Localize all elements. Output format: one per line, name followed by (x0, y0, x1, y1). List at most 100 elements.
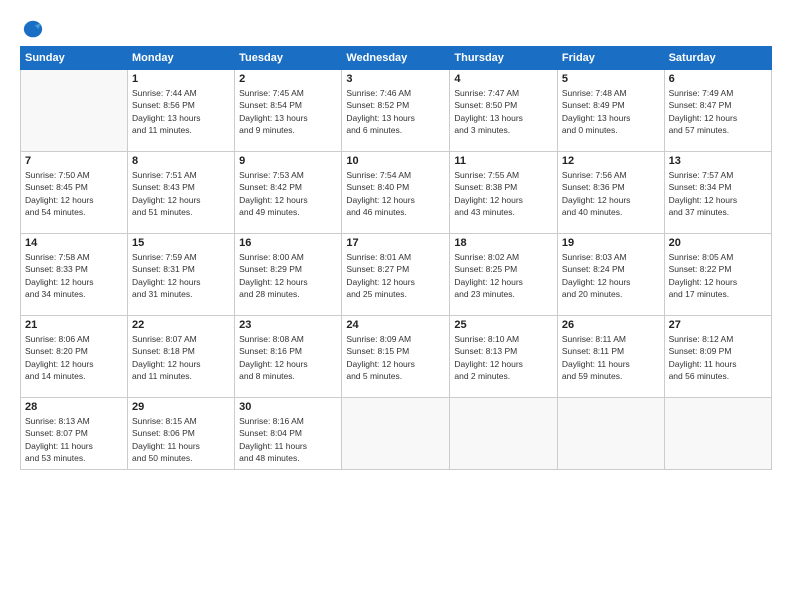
calendar-cell: 12 Sunrise: 7:56 AMSunset: 8:36 PMDayligh… (557, 152, 664, 234)
header (20, 18, 772, 40)
day-number: 22 (132, 319, 230, 331)
day-info: Sunrise: 7:54 AMSunset: 8:40 PMDaylight:… (346, 169, 445, 218)
calendar-cell: 25 Sunrise: 8:10 AMSunset: 8:13 PMDayligh… (450, 316, 558, 398)
calendar-cell: 16 Sunrise: 8:00 AMSunset: 8:29 PMDayligh… (235, 234, 342, 316)
day-number: 26 (562, 319, 660, 331)
logo-icon (22, 18, 44, 40)
day-number: 11 (454, 155, 553, 167)
day-number: 16 (239, 237, 337, 249)
calendar-cell: 17 Sunrise: 8:01 AMSunset: 8:27 PMDayligh… (342, 234, 450, 316)
day-number: 4 (454, 73, 553, 85)
day-number: 25 (454, 319, 553, 331)
day-info: Sunrise: 7:47 AMSunset: 8:50 PMDaylight:… (454, 87, 553, 136)
day-number: 18 (454, 237, 553, 249)
weekday-header-saturday: Saturday (664, 47, 771, 70)
day-info: Sunrise: 8:07 AMSunset: 8:18 PMDaylight:… (132, 333, 230, 382)
calendar-cell (664, 398, 771, 470)
day-info: Sunrise: 8:06 AMSunset: 8:20 PMDaylight:… (25, 333, 123, 382)
day-number: 30 (239, 401, 337, 413)
calendar-cell: 28 Sunrise: 8:13 AMSunset: 8:07 PMDayligh… (21, 398, 128, 470)
calendar-week-1: 1 Sunrise: 7:44 AMSunset: 8:56 PMDaylight… (21, 70, 772, 152)
day-info: Sunrise: 8:01 AMSunset: 8:27 PMDaylight:… (346, 251, 445, 300)
day-number: 28 (25, 401, 123, 413)
calendar-cell: 10 Sunrise: 7:54 AMSunset: 8:40 PMDayligh… (342, 152, 450, 234)
day-number: 27 (669, 319, 767, 331)
day-info: Sunrise: 7:56 AMSunset: 8:36 PMDaylight:… (562, 169, 660, 218)
calendar-cell (21, 70, 128, 152)
day-number: 15 (132, 237, 230, 249)
calendar-page: SundayMondayTuesdayWednesdayThursdayFrid… (0, 0, 792, 612)
day-number: 17 (346, 237, 445, 249)
day-info: Sunrise: 8:05 AMSunset: 8:22 PMDaylight:… (669, 251, 767, 300)
day-info: Sunrise: 8:12 AMSunset: 8:09 PMDaylight:… (669, 333, 767, 382)
day-info: Sunrise: 8:13 AMSunset: 8:07 PMDaylight:… (25, 415, 123, 464)
day-info: Sunrise: 7:49 AMSunset: 8:47 PMDaylight:… (669, 87, 767, 136)
day-info: Sunrise: 8:00 AMSunset: 8:29 PMDaylight:… (239, 251, 337, 300)
day-number: 2 (239, 73, 337, 85)
weekday-header-wednesday: Wednesday (342, 47, 450, 70)
weekday-header-tuesday: Tuesday (235, 47, 342, 70)
day-info: Sunrise: 7:58 AMSunset: 8:33 PMDaylight:… (25, 251, 123, 300)
day-number: 13 (669, 155, 767, 167)
calendar-cell: 2 Sunrise: 7:45 AMSunset: 8:54 PMDaylight… (235, 70, 342, 152)
day-info: Sunrise: 8:10 AMSunset: 8:13 PMDaylight:… (454, 333, 553, 382)
day-info: Sunrise: 8:15 AMSunset: 8:06 PMDaylight:… (132, 415, 230, 464)
calendar-week-5: 28 Sunrise: 8:13 AMSunset: 8:07 PMDayligh… (21, 398, 772, 470)
day-info: Sunrise: 8:03 AMSunset: 8:24 PMDaylight:… (562, 251, 660, 300)
day-number: 1 (132, 73, 230, 85)
weekday-header-row: SundayMondayTuesdayWednesdayThursdayFrid… (21, 47, 772, 70)
day-number: 5 (562, 73, 660, 85)
calendar-cell: 3Sunrise: 7:46 AMSunset: 8:52 PMDaylight… (342, 70, 450, 152)
day-info: Sunrise: 7:55 AMSunset: 8:38 PMDaylight:… (454, 169, 553, 218)
calendar-cell: 8 Sunrise: 7:51 AMSunset: 8:43 PMDaylight… (128, 152, 235, 234)
day-info: Sunrise: 7:45 AMSunset: 8:54 PMDaylight:… (239, 87, 337, 136)
day-info: Sunrise: 8:02 AMSunset: 8:25 PMDaylight:… (454, 251, 553, 300)
calendar-cell: 6 Sunrise: 7:49 AMSunset: 8:47 PMDaylight… (664, 70, 771, 152)
calendar-cell: 22 Sunrise: 8:07 AMSunset: 8:18 PMDayligh… (128, 316, 235, 398)
calendar-week-2: 7Sunrise: 7:50 AMSunset: 8:45 PMDaylight… (21, 152, 772, 234)
calendar-cell: 1 Sunrise: 7:44 AMSunset: 8:56 PMDaylight… (128, 70, 235, 152)
calendar-cell: 13 Sunrise: 7:57 AMSunset: 8:34 PMDayligh… (664, 152, 771, 234)
calendar-cell: 18 Sunrise: 8:02 AMSunset: 8:25 PMDayligh… (450, 234, 558, 316)
calendar-week-3: 14 Sunrise: 7:58 AMSunset: 8:33 PMDayligh… (21, 234, 772, 316)
day-number: 19 (562, 237, 660, 249)
calendar-cell: 26 Sunrise: 8:11 AMSunset: 8:11 PMDayligh… (557, 316, 664, 398)
day-info: Sunrise: 7:57 AMSunset: 8:34 PMDaylight:… (669, 169, 767, 218)
day-info: Sunrise: 7:48 AMSunset: 8:49 PMDaylight:… (562, 87, 660, 136)
day-number: 12 (562, 155, 660, 167)
day-info: Sunrise: 7:50 AMSunset: 8:45 PMDaylight:… (25, 169, 123, 218)
calendar-cell: 4 Sunrise: 7:47 AMSunset: 8:50 PMDaylight… (450, 70, 558, 152)
logo (20, 18, 44, 40)
day-number: 6 (669, 73, 767, 85)
calendar-table: SundayMondayTuesdayWednesdayThursdayFrid… (20, 46, 772, 470)
calendar-cell: 29 Sunrise: 8:15 AMSunset: 8:06 PMDayligh… (128, 398, 235, 470)
calendar-cell: 9Sunrise: 7:53 AMSunset: 8:42 PMDaylight… (235, 152, 342, 234)
calendar-cell: 27 Sunrise: 8:12 AMSunset: 8:09 PMDayligh… (664, 316, 771, 398)
day-info: Sunrise: 7:46 AMSunset: 8:52 PMDaylight:… (346, 87, 445, 136)
weekday-header-sunday: Sunday (21, 47, 128, 70)
day-number: 24 (346, 319, 445, 331)
day-info: Sunrise: 7:44 AMSunset: 8:56 PMDaylight:… (132, 87, 230, 136)
day-number: 23 (239, 319, 337, 331)
day-number: 9 (239, 155, 337, 167)
day-info: Sunrise: 8:11 AMSunset: 8:11 PMDaylight:… (562, 333, 660, 382)
calendar-cell (342, 398, 450, 470)
day-info: Sunrise: 7:59 AMSunset: 8:31 PMDaylight:… (132, 251, 230, 300)
calendar-week-4: 21 Sunrise: 8:06 AMSunset: 8:20 PMDayligh… (21, 316, 772, 398)
day-number: 21 (25, 319, 123, 331)
day-info: Sunrise: 8:09 AMSunset: 8:15 PMDaylight:… (346, 333, 445, 382)
calendar-cell (450, 398, 558, 470)
calendar-cell: 7Sunrise: 7:50 AMSunset: 8:45 PMDaylight… (21, 152, 128, 234)
day-info: Sunrise: 7:51 AMSunset: 8:43 PMDaylight:… (132, 169, 230, 218)
day-number: 14 (25, 237, 123, 249)
calendar-cell: 5 Sunrise: 7:48 AMSunset: 8:49 PMDaylight… (557, 70, 664, 152)
day-info: Sunrise: 8:16 AMSunset: 8:04 PMDaylight:… (239, 415, 337, 464)
calendar-cell: 11 Sunrise: 7:55 AMSunset: 8:38 PMDayligh… (450, 152, 558, 234)
calendar-cell: 14 Sunrise: 7:58 AMSunset: 8:33 PMDayligh… (21, 234, 128, 316)
calendar-cell: 21 Sunrise: 8:06 AMSunset: 8:20 PMDayligh… (21, 316, 128, 398)
day-number: 29 (132, 401, 230, 413)
day-info: Sunrise: 8:08 AMSunset: 8:16 PMDaylight:… (239, 333, 337, 382)
day-number: 8 (132, 155, 230, 167)
day-number: 10 (346, 155, 445, 167)
weekday-header-friday: Friday (557, 47, 664, 70)
